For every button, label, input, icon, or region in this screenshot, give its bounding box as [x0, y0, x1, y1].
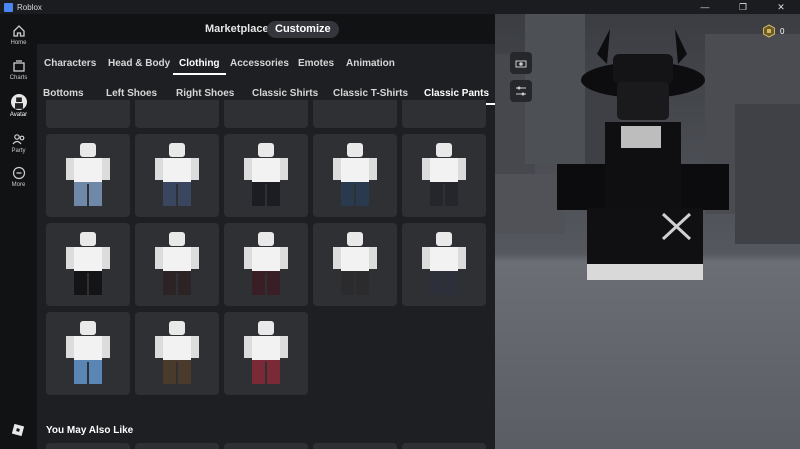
scene-tools: [510, 52, 534, 108]
robux-icon: [763, 24, 775, 38]
tab-animation[interactable]: Animation: [346, 58, 395, 69]
mannequin-thumbnail: [66, 321, 110, 384]
adjust-sliders-icon: [516, 86, 526, 96]
mannequin-thumbnail: [244, 143, 288, 206]
camera-icon: [515, 60, 527, 68]
item-card[interactable]: [46, 223, 130, 306]
mannequin-thumbnail: [66, 232, 110, 295]
roblox-app-icon: [4, 2, 13, 12]
tab-head-body[interactable]: Head & Body: [108, 58, 170, 69]
item-card[interactable]: [224, 312, 308, 395]
nav-avatar-label: Avatar: [9, 112, 28, 118]
subtab-left-shoes[interactable]: Left Shoes: [106, 88, 157, 99]
item-grid: [46, 100, 488, 400]
tab-clothing[interactable]: Clothing: [173, 58, 226, 75]
nav-charts[interactable]: Charts: [0, 59, 37, 81]
nav-more-label: More: [11, 182, 26, 188]
avatar-preview-scene[interactable]: [495, 14, 800, 449]
maximize-button[interactable]: ❐: [724, 0, 762, 14]
nav-party[interactable]: Party: [0, 132, 37, 154]
mannequin-thumbnail: [155, 232, 199, 295]
nav-charts-label: Charts: [9, 75, 28, 81]
mannequin-thumbnail: [422, 232, 466, 295]
more-icon: [12, 166, 25, 180]
item-card[interactable]: [402, 134, 486, 217]
item-card[interactable]: [224, 223, 308, 306]
window-title: Roblox: [17, 2, 42, 12]
charts-icon: [12, 60, 25, 72]
recommended-card[interactable]: [313, 443, 397, 449]
subtab-classic-shirts[interactable]: Classic Shirts: [252, 88, 318, 99]
tab-characters[interactable]: Characters: [44, 58, 96, 69]
customize-tab[interactable]: Customize: [267, 21, 339, 38]
item-card[interactable]: [313, 134, 397, 217]
close-button[interactable]: ✕: [762, 0, 800, 14]
item-card[interactable]: [46, 100, 130, 128]
item-card[interactable]: [135, 134, 219, 217]
left-nav: Home Charts Avatar Party More: [0, 14, 37, 449]
item-card[interactable]: [313, 223, 397, 306]
mannequin-thumbnail: [333, 232, 377, 295]
subtab-right-shoes[interactable]: Right Shoes: [176, 88, 234, 99]
tab-accessories[interactable]: Accessories: [230, 58, 289, 69]
recommended-card[interactable]: [224, 443, 308, 449]
nav-party-label: Party: [11, 148, 26, 154]
roblox-logo-icon[interactable]: [11, 423, 25, 437]
mannequin-thumbnail: [66, 143, 110, 206]
mannequin-thumbnail: [422, 143, 466, 206]
recommended-card[interactable]: [135, 443, 219, 449]
robux-balance[interactable]: 0: [762, 22, 796, 40]
subtab-bottoms[interactable]: Bottoms: [43, 88, 84, 99]
tab-emotes[interactable]: Emotes: [298, 58, 334, 69]
subtab-classic-pants[interactable]: Classic Pants: [417, 88, 496, 105]
item-card[interactable]: [135, 100, 219, 128]
avatar-render: [495, 14, 800, 280]
marketplace-tab[interactable]: Marketplace: [197, 21, 277, 38]
nav-avatar[interactable]: Avatar: [0, 94, 37, 118]
item-card[interactable]: [46, 134, 130, 217]
recommended-card[interactable]: [46, 443, 130, 449]
camera-button[interactable]: [510, 52, 532, 74]
item-card[interactable]: [135, 312, 219, 395]
item-card[interactable]: [135, 223, 219, 306]
nav-home[interactable]: Home: [0, 24, 37, 46]
item-card[interactable]: [402, 100, 486, 128]
item-card[interactable]: [46, 312, 130, 395]
mannequin-thumbnail: [333, 143, 377, 206]
item-card[interactable]: [402, 223, 486, 306]
mannequin-thumbnail: [155, 143, 199, 206]
minimize-button[interactable]: —: [686, 0, 724, 14]
window-titlebar: Roblox — ❐ ✕: [0, 0, 800, 14]
top-nav: Marketplace Customize: [37, 14, 495, 46]
robux-amount: 0: [780, 26, 785, 36]
adjust-button[interactable]: [510, 80, 532, 102]
item-card[interactable]: [224, 100, 308, 128]
party-icon: [12, 134, 24, 145]
avatar-icon: [10, 94, 27, 110]
mannequin-thumbnail: [155, 321, 199, 384]
section-title-you-may-also-like: You May Also Like: [46, 425, 134, 436]
recommended-card[interactable]: [402, 443, 486, 449]
mannequin-thumbnail: [244, 232, 288, 295]
subtab-classic-tshirts[interactable]: Classic T-Shirts: [333, 88, 408, 99]
nav-home-label: Home: [10, 40, 27, 46]
item-card[interactable]: [224, 134, 308, 217]
home-icon: [12, 25, 25, 37]
mannequin-thumbnail: [244, 321, 288, 384]
nav-more[interactable]: More: [0, 166, 37, 188]
item-card[interactable]: [313, 100, 397, 128]
